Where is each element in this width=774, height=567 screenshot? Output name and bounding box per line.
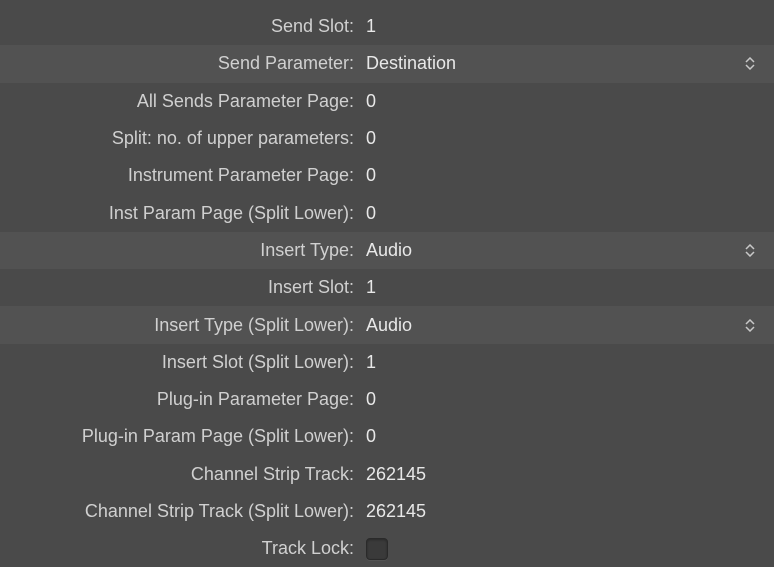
row-channel-strip[interactable]: Channel Strip Track: 262145	[0, 456, 774, 493]
label-plugin-page: Plug-in Parameter Page:	[0, 389, 362, 410]
value-insert-slot[interactable]: 1	[362, 277, 762, 298]
row-send-parameter[interactable]: Send Parameter: Destination	[0, 45, 774, 82]
label-track-lock: Track Lock:	[0, 538, 362, 559]
stepper-icon[interactable]	[738, 244, 762, 257]
value-inst-page-split[interactable]: 0	[362, 203, 762, 224]
row-insert-type-split[interactable]: Insert Type (Split Lower): Audio	[0, 306, 774, 343]
row-all-sends-page[interactable]: All Sends Parameter Page: 0	[0, 83, 774, 120]
row-track-lock: Track Lock:	[0, 530, 774, 567]
value-channel-strip-split[interactable]: 262145	[362, 501, 762, 522]
value-split-upper[interactable]: 0	[362, 128, 762, 149]
row-split-upper[interactable]: Split: no. of upper parameters: 0	[0, 120, 774, 157]
label-insert-type-split: Insert Type (Split Lower):	[0, 315, 362, 336]
label-instrument-page: Instrument Parameter Page:	[0, 165, 362, 186]
parameter-panel: Send Slot: 1 Send Parameter: Destination…	[0, 0, 774, 567]
stepper-icon[interactable]	[738, 319, 762, 332]
label-insert-slot-split: Insert Slot (Split Lower):	[0, 352, 362, 373]
value-channel-strip[interactable]: 262145	[362, 464, 762, 485]
row-plugin-page-split[interactable]: Plug-in Param Page (Split Lower): 0	[0, 418, 774, 455]
label-insert-slot: Insert Slot:	[0, 277, 362, 298]
value-send-parameter[interactable]: Destination	[362, 53, 738, 74]
label-all-sends-page: All Sends Parameter Page:	[0, 91, 362, 112]
value-insert-type[interactable]: Audio	[362, 240, 738, 261]
value-send-slot[interactable]: 1	[362, 16, 762, 37]
value-plugin-page[interactable]: 0	[362, 389, 762, 410]
row-inst-page-split[interactable]: Inst Param Page (Split Lower): 0	[0, 194, 774, 231]
value-all-sends-page[interactable]: 0	[362, 91, 762, 112]
row-channel-strip-split[interactable]: Channel Strip Track (Split Lower): 26214…	[0, 493, 774, 530]
row-insert-slot[interactable]: Insert Slot: 1	[0, 269, 774, 306]
value-instrument-page[interactable]: 0	[362, 165, 762, 186]
label-channel-strip: Channel Strip Track:	[0, 464, 362, 485]
label-inst-page-split: Inst Param Page (Split Lower):	[0, 203, 362, 224]
value-insert-type-split[interactable]: Audio	[362, 315, 738, 336]
label-plugin-page-split: Plug-in Param Page (Split Lower):	[0, 426, 362, 447]
value-insert-slot-split[interactable]: 1	[362, 352, 762, 373]
label-insert-type: Insert Type:	[0, 240, 362, 261]
label-send-slot: Send Slot:	[0, 16, 362, 37]
stepper-icon[interactable]	[738, 57, 762, 70]
row-insert-type[interactable]: Insert Type: Audio	[0, 232, 774, 269]
label-channel-strip-split: Channel Strip Track (Split Lower):	[0, 501, 362, 522]
row-instrument-page[interactable]: Instrument Parameter Page: 0	[0, 157, 774, 194]
label-send-parameter: Send Parameter:	[0, 53, 362, 74]
row-insert-slot-split[interactable]: Insert Slot (Split Lower): 1	[0, 344, 774, 381]
value-plugin-page-split[interactable]: 0	[362, 426, 762, 447]
row-plugin-page[interactable]: Plug-in Parameter Page: 0	[0, 381, 774, 418]
label-split-upper: Split: no. of upper parameters:	[0, 128, 362, 149]
row-send-slot[interactable]: Send Slot: 1	[0, 8, 774, 45]
track-lock-checkbox[interactable]	[366, 538, 388, 560]
